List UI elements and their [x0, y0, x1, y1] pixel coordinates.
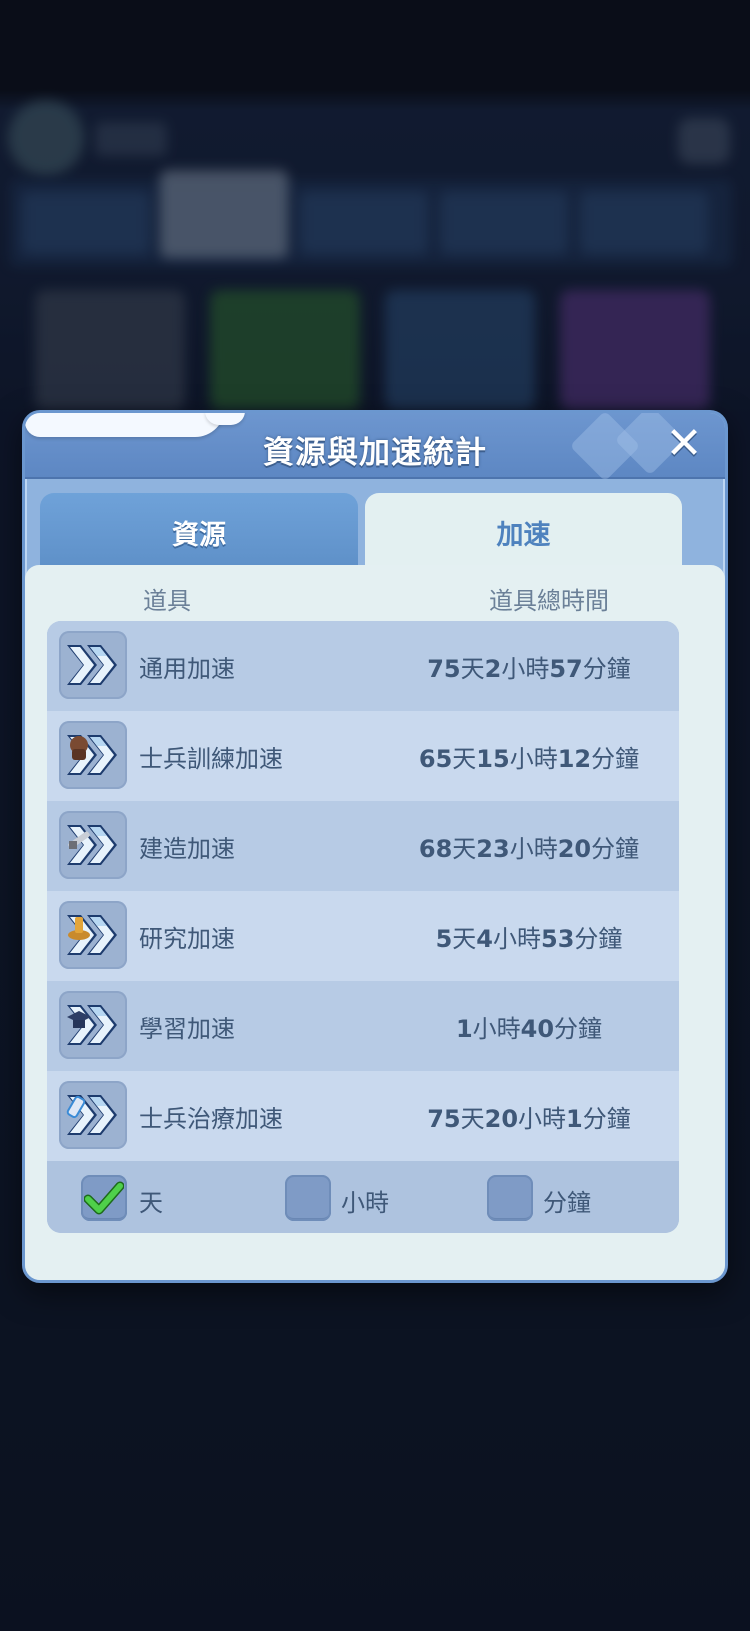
- column-header-item: 道具: [143, 587, 191, 615]
- speedup-research-icon: [59, 901, 127, 969]
- snow-decoration: [25, 413, 225, 437]
- unit-label-hour: 小時: [341, 1189, 389, 1217]
- speedup-total-time: 75天2小時57分鐘: [427, 654, 631, 683]
- speedup-total-time: 68天23小時20分鐘: [418, 834, 640, 863]
- speedup-total-time: 1小時40分鐘: [455, 1014, 603, 1043]
- speedup-panel: 道具 道具總時間 通用加速 75天2小時57分鐘士兵訓練加速 65天15小時12分鐘…: [25, 565, 725, 1280]
- speedup-label: 士兵訓練加速: [139, 744, 283, 773]
- checkmark-icon: [84, 1181, 124, 1215]
- speedup-learning-icon: [59, 991, 127, 1059]
- unit-checkbox-day[interactable]: [81, 1175, 127, 1221]
- speedup-label: 通用加速: [139, 654, 235, 683]
- speedup-stats-dialog: 資源與加速統計 ✕ 資源 加速 道具 道具總時間 通用加速 75天2小時57分鐘士…: [22, 410, 728, 1283]
- close-icon[interactable]: ✕: [661, 421, 707, 467]
- speedup-total-time: 5天4小時53分鐘: [435, 924, 623, 953]
- category-badge-icon: [68, 917, 90, 940]
- speedup-healing-icon: [59, 1081, 127, 1149]
- speedup-building-icon: [59, 811, 127, 879]
- category-badge-icon: [66, 1095, 86, 1119]
- category-badge-icon: [67, 1011, 91, 1028]
- tab-speedups[interactable]: 加速: [365, 493, 682, 569]
- category-badge-icon: [68, 831, 90, 849]
- tab-resources[interactable]: 資源: [40, 493, 358, 569]
- category-badge-icon: [70, 736, 88, 760]
- speedup-total-time: 65天15小時12分鐘: [418, 744, 640, 773]
- speedup-training-icon: [59, 721, 127, 789]
- speedup-row: 學習加速 1小時40分鐘: [47, 981, 679, 1071]
- column-header-total-time: 道具總時間: [489, 587, 609, 615]
- double-chevron-icon: [67, 645, 117, 685]
- unit-selector: 天 小時 分鐘: [47, 1161, 679, 1233]
- speedup-row: 建造加速 68天23小時20分鐘: [47, 801, 679, 891]
- speedup-row: 士兵訓練加速 65天15小時12分鐘: [47, 711, 679, 801]
- speedup-row: 通用加速 75天2小時57分鐘: [47, 621, 679, 711]
- unit-checkbox-hour[interactable]: [285, 1175, 331, 1221]
- speedup-label: 學習加速: [139, 1014, 235, 1043]
- speedup-label: 士兵治療加速: [139, 1104, 283, 1133]
- unit-label-minute: 分鐘: [543, 1189, 591, 1217]
- unit-label-day: 天: [139, 1189, 163, 1217]
- speedup-label: 研究加速: [139, 924, 235, 953]
- speedup-label: 建造加速: [139, 834, 235, 863]
- speedup-row: 研究加速 5天4小時53分鐘: [47, 891, 679, 981]
- speedup-total-time: 75天20小時1分鐘: [427, 1104, 631, 1133]
- unit-checkbox-minute[interactable]: [487, 1175, 533, 1221]
- speedup-row: 士兵治療加速 75天20小時1分鐘: [47, 1071, 679, 1161]
- speedup-list: 通用加速 75天2小時57分鐘士兵訓練加速 65天15小時12分鐘建造加速 68天23…: [47, 621, 679, 1233]
- speedup-general-icon: [59, 631, 127, 699]
